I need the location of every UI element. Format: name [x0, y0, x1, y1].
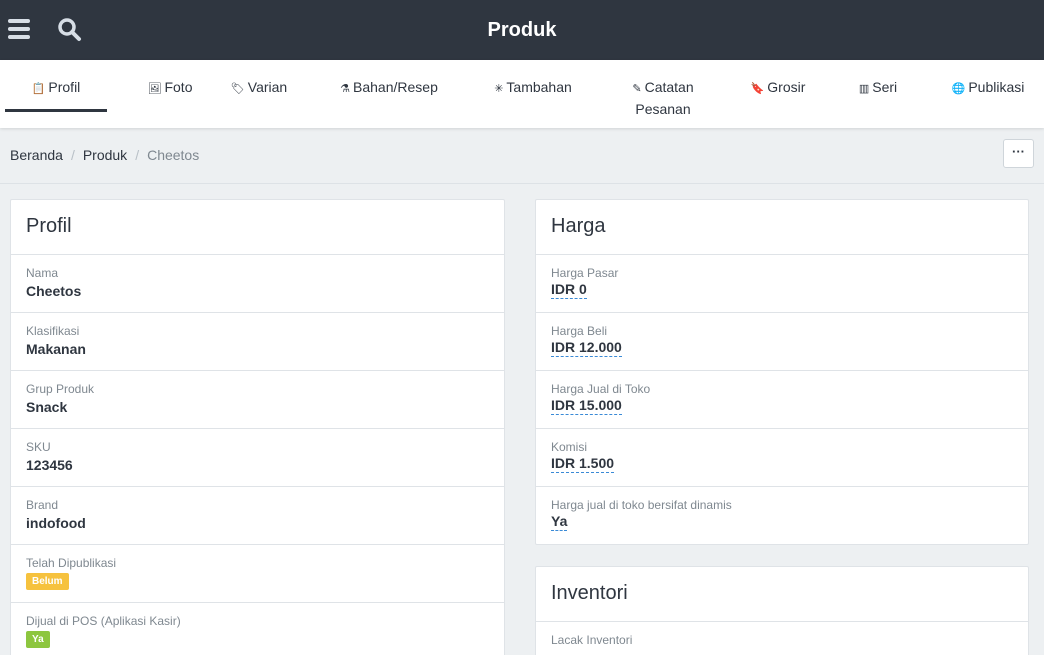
tab-varian[interactable]: 🏷 Varian [214, 60, 304, 128]
field-grup-produk: Grup Produk Snack [11, 371, 504, 429]
search-icon[interactable] [57, 17, 83, 43]
tab-label: Publikasi [968, 79, 1025, 95]
tab-label: Foto [164, 79, 193, 95]
field-nama: Nama Cheetos [11, 255, 504, 313]
tab-seri[interactable]: ▥ Seri [842, 60, 914, 128]
field-label: Brand [26, 498, 59, 512]
tab-label: Seri [872, 79, 898, 95]
field-label: Dijual di POS (Aplikasi Kasir) [26, 614, 181, 628]
tag-icon: 🏷 [230, 83, 245, 95]
field-label: Grup Produk [26, 382, 95, 396]
status-badge: Belum [26, 573, 69, 590]
field-brand: Brand indofood [11, 487, 504, 545]
breadcrumb-bar: Beranda / Produk / Cheetos ··· [0, 128, 1044, 184]
field-harga-beli: Harga Beli IDR 12.000 [536, 313, 1028, 371]
breadcrumb-current: Cheetos [147, 147, 200, 163]
field-komisi: Komisi IDR 1.500 [536, 429, 1028, 487]
field-value: Cheetos [26, 283, 82, 299]
field-label: Lacak Inventori [551, 633, 633, 647]
card-title: Harga [536, 200, 1028, 255]
tab-foto[interactable]: 🖼 Foto [122, 60, 218, 128]
top-bar: Produk [0, 0, 1044, 60]
card-title: Profil [11, 200, 504, 255]
breadcrumb-home[interactable]: Beranda [10, 147, 63, 163]
field-value: 123456 [26, 457, 73, 473]
editable-value[interactable]: IDR 12.000 [551, 339, 622, 357]
tab-bahan-resep[interactable]: ⚗ Bahan/Resep [326, 60, 452, 128]
editable-value[interactable]: IDR 0 [551, 281, 587, 299]
field-telah-dipublikasi: Telah Dipublikasi Belum [11, 545, 504, 603]
tab-bar: 📋 Profil 🖼 Foto 🏷 Varian ⚗ Bahan/Resep ✳ Tamb… [0, 60, 1044, 128]
tab-catatan-pesanan[interactable]: ✎ Catatan Pesanan [616, 60, 710, 128]
tab-label: Varian [247, 79, 288, 95]
more-options-button[interactable]: ··· [1003, 139, 1034, 168]
tab-label: Catatan [644, 79, 694, 95]
field-value: Makanan [26, 341, 86, 357]
field-lacak-inventori: Lacak Inventori [536, 622, 1028, 655]
bookmark-icon: 🔖 [750, 83, 765, 95]
note-icon: ✎ [632, 83, 642, 95]
field-label: Nama [26, 266, 59, 280]
barcode-icon: ▥ [858, 83, 870, 95]
field-harga-dinamis: Harga jual di toko bersifat dinamis Ya [536, 487, 1028, 544]
field-sku: SKU 123456 [11, 429, 504, 487]
field-harga-pasar: Harga Pasar IDR 0 [536, 255, 1028, 313]
page-title: Produk [487, 19, 557, 41]
image-icon: 🖼 [147, 83, 162, 95]
status-badge: Ya [26, 631, 50, 648]
profil-card: Profil Nama Cheetos Klasifikasi Makanan … [10, 199, 505, 655]
tab-grosir[interactable]: 🔖 Grosir [740, 60, 816, 128]
card-title: Inventori [536, 567, 1028, 622]
field-label: Harga jual di toko bersifat dinamis [551, 498, 732, 512]
editable-value[interactable]: Ya [551, 513, 568, 531]
inventori-card: Inventori Lacak Inventori [535, 566, 1029, 655]
tab-profil[interactable]: 📋 Profil [5, 60, 107, 128]
breadcrumb: Beranda / Produk / Cheetos [10, 147, 199, 163]
breadcrumb-separator: / [70, 147, 75, 163]
field-value: indofood [26, 515, 86, 531]
field-klasifikasi: Klasifikasi Makanan [11, 313, 504, 371]
field-label: Harga Pasar [551, 266, 619, 280]
tab-publikasi[interactable]: 🌐 Publikasi [938, 60, 1038, 128]
field-label: Harga Jual di Toko [551, 382, 651, 396]
tab-label-line2: Pesanan [635, 101, 691, 117]
field-label: Klasifikasi [26, 324, 80, 338]
tab-tambahan[interactable]: ✳ Tambahan [482, 60, 584, 128]
editable-value[interactable]: IDR 15.000 [551, 397, 622, 415]
field-label: Telah Dipublikasi [26, 556, 117, 570]
field-label: SKU [26, 440, 51, 454]
hamburger-menu-icon[interactable] [8, 19, 30, 39]
field-label: Komisi [551, 440, 588, 454]
tab-label: Bahan/Resep [353, 79, 438, 95]
field-dijual-di-pos: Dijual di POS (Aplikasi Kasir) Ya [11, 603, 504, 655]
breadcrumb-produk[interactable]: Produk [83, 147, 127, 163]
sparkle-icon: ✳ [494, 83, 504, 95]
flask-icon: ⚗ [340, 83, 351, 95]
field-harga-jual-di-toko: Harga Jual di Toko IDR 15.000 [536, 371, 1028, 429]
tab-label: Tambahan [506, 79, 572, 95]
tab-label: Profil [48, 79, 81, 95]
harga-card: Harga Harga Pasar IDR 0 Harga Beli IDR 1… [535, 199, 1029, 545]
field-value: Snack [26, 399, 68, 415]
breadcrumb-separator: / [135, 147, 140, 163]
editable-value[interactable]: IDR 1.500 [551, 455, 615, 473]
tab-label: Grosir [767, 79, 806, 95]
globe-icon: 🌐 [951, 83, 966, 95]
clipboard-icon: 📋 [31, 83, 46, 95]
field-label: Harga Beli [551, 324, 608, 338]
